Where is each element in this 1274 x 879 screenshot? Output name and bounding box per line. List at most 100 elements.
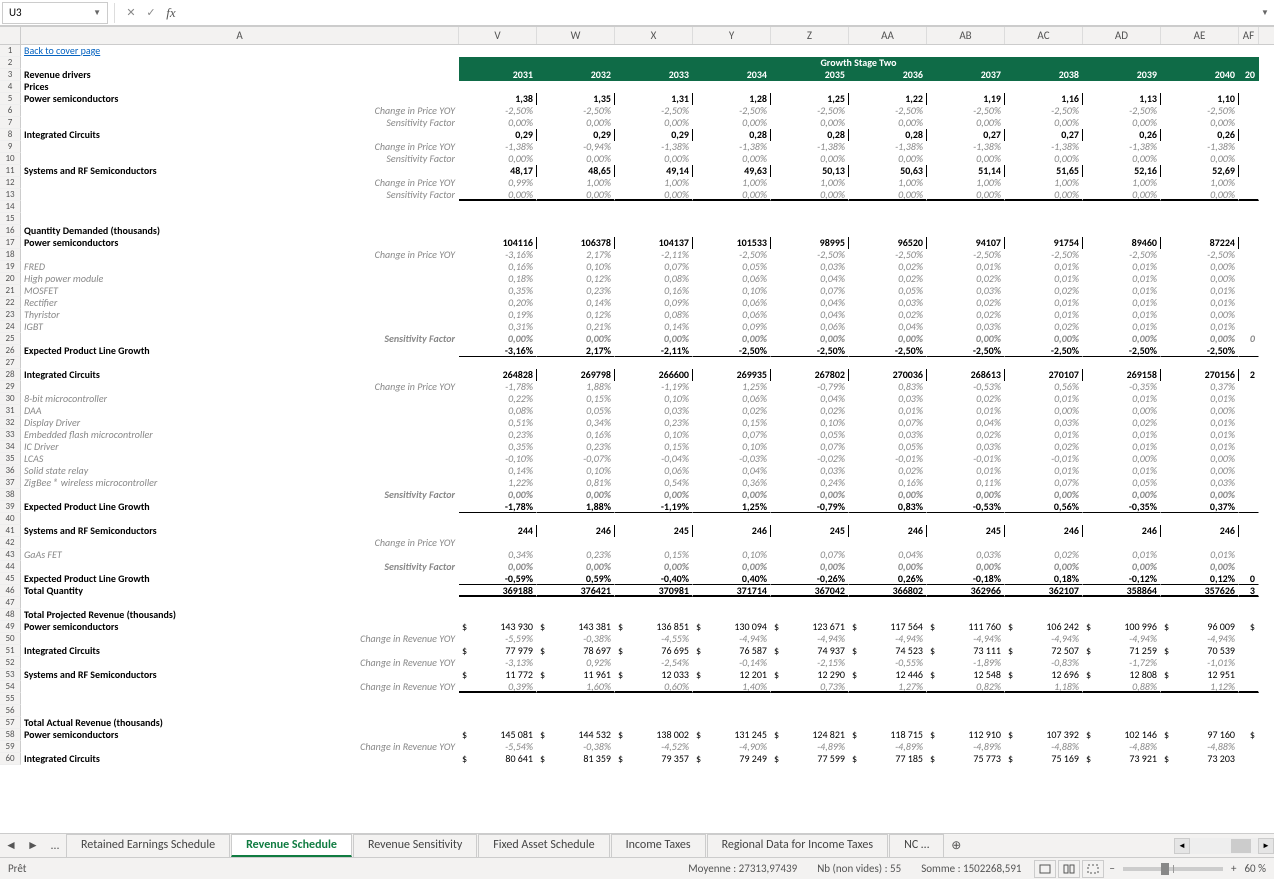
cell[interactable]: 0,00% <box>537 117 615 129</box>
cell[interactable]: 246 <box>1161 525 1239 537</box>
cell[interactable]: IGBT <box>21 321 459 333</box>
cell[interactable]: -0,04% <box>615 453 693 465</box>
cell[interactable] <box>1239 345 1259 357</box>
cell[interactable]: -2,50% <box>693 105 771 117</box>
cell[interactable]: -0,18% <box>927 573 1005 585</box>
cell[interactable] <box>693 357 771 369</box>
cell[interactable]: LCAS <box>21 453 459 465</box>
cell[interactable]: 0,01% <box>1083 465 1161 477</box>
cell[interactable]: $12 548 <box>927 669 1005 681</box>
cell[interactable]: 0,01% <box>1083 309 1161 321</box>
cell[interactable]: Change in Price YOY <box>21 105 459 117</box>
row-header[interactable]: 44 <box>0 561 21 573</box>
cell[interactable]: 2031 <box>459 69 537 81</box>
cell[interactable] <box>1239 357 1259 369</box>
cell[interactable]: 2039 <box>1083 69 1161 81</box>
cell[interactable]: Integrated Circuits <box>21 129 459 141</box>
cell[interactable]: -3,13% <box>459 657 537 669</box>
cell[interactable]: Sensitivity Factor <box>21 153 459 165</box>
cell[interactable] <box>927 213 1005 225</box>
cell[interactable]: 0,00% <box>1005 333 1083 345</box>
col-header[interactable]: A <box>21 27 459 44</box>
cell[interactable] <box>1083 597 1161 609</box>
cell[interactable] <box>771 597 849 609</box>
cell[interactable]: 357626 <box>1161 585 1239 597</box>
cell[interactable]: 362966 <box>927 585 1005 597</box>
cell[interactable] <box>1239 741 1259 753</box>
cell[interactable]: -5,59% <box>459 633 537 645</box>
cell[interactable] <box>21 57 459 69</box>
cell[interactable]: 0,00% <box>1161 333 1239 345</box>
cell[interactable]: -0,79% <box>771 501 849 513</box>
cell[interactable]: -4,89% <box>771 741 849 753</box>
cell[interactable]: 106378 <box>537 237 615 249</box>
cell[interactable] <box>1005 717 1083 729</box>
cell[interactable] <box>849 705 927 717</box>
cell[interactable] <box>615 705 693 717</box>
cell[interactable]: Integrated Circuits <box>21 369 459 381</box>
row-header[interactable]: 25 <box>0 333 21 345</box>
cell[interactable] <box>1239 261 1259 273</box>
cell[interactable]: 0,28 <box>771 129 849 141</box>
cell[interactable]: $106 242 <box>1005 621 1083 633</box>
cell[interactable]: -4,89% <box>927 741 1005 753</box>
cell[interactable]: 0,00% <box>1083 561 1161 573</box>
cell[interactable]: 1,88% <box>537 501 615 513</box>
cell[interactable] <box>1239 441 1259 453</box>
view-page-break-icon[interactable] <box>1082 860 1104 878</box>
cell[interactable]: 0,02% <box>849 465 927 477</box>
cell[interactable]: 0,00% <box>693 489 771 501</box>
cell[interactable]: 0,01% <box>1005 465 1083 477</box>
cell[interactable]: 0,27 <box>927 129 1005 141</box>
zoom-thumb[interactable] <box>1161 863 1169 875</box>
cell[interactable]: Integrated Circuits <box>21 645 459 657</box>
cell[interactable] <box>927 201 1005 213</box>
cell[interactable]: $74 523 <box>849 645 927 657</box>
cell[interactable]: 0,34% <box>459 549 537 561</box>
sheet-tab[interactable]: NC … <box>889 834 944 857</box>
row-header[interactable]: 36 <box>0 465 21 477</box>
cell[interactable] <box>1083 717 1161 729</box>
cell[interactable] <box>771 693 849 705</box>
cell[interactable]: Change in Price YOY <box>21 249 459 261</box>
cell[interactable]: 1,35 <box>537 93 615 105</box>
cell[interactable]: 0,06% <box>771 321 849 333</box>
cell[interactable]: 246 <box>693 525 771 537</box>
cell[interactable]: 366802 <box>849 585 927 597</box>
cell[interactable] <box>1083 705 1161 717</box>
cell[interactable]: $100 996 <box>1083 621 1161 633</box>
cell[interactable]: Change in Revenue YOY <box>21 681 459 693</box>
cell[interactable]: 0,11% <box>927 477 1005 489</box>
cell[interactable]: 0,01% <box>1083 321 1161 333</box>
cell[interactable]: 0,05% <box>693 261 771 273</box>
cell[interactable]: -1,38% <box>693 141 771 153</box>
cell[interactable] <box>537 705 615 717</box>
row-header[interactable]: 30 <box>0 393 21 405</box>
cell[interactable]: -4,88% <box>1083 741 1161 753</box>
cell[interactable]: -2,50% <box>1005 249 1083 261</box>
cell[interactable] <box>771 513 849 525</box>
cell[interactable] <box>615 357 693 369</box>
cell[interactable] <box>849 513 927 525</box>
cell[interactable]: 0,10% <box>615 429 693 441</box>
cell[interactable]: 0,81% <box>537 477 615 489</box>
row-header[interactable]: 53 <box>0 669 21 681</box>
cell[interactable]: 2,17% <box>537 345 615 357</box>
cell[interactable]: Solid state relay <box>21 465 459 477</box>
cell[interactable] <box>1239 489 1259 501</box>
cell[interactable]: 0 <box>1239 573 1259 585</box>
cell[interactable]: 358864 <box>1083 585 1161 597</box>
cell[interactable] <box>1005 201 1083 213</box>
row-header[interactable]: 29 <box>0 381 21 393</box>
cell[interactable]: 2038 <box>1005 69 1083 81</box>
cell[interactable]: 1,88% <box>537 381 615 393</box>
cell[interactable]: Expected Product Line Growth <box>21 573 459 585</box>
cell[interactable]: 49,63 <box>693 165 771 177</box>
cell[interactable]: $11 772 <box>459 669 537 681</box>
cell[interactable] <box>1161 213 1239 225</box>
cell[interactable]: 0,00% <box>537 189 615 201</box>
cell[interactable] <box>1161 81 1239 93</box>
cell[interactable]: -2,50% <box>1083 105 1161 117</box>
cell[interactable]: -2,50% <box>771 105 849 117</box>
cell[interactable]: 2033 <box>615 69 693 81</box>
